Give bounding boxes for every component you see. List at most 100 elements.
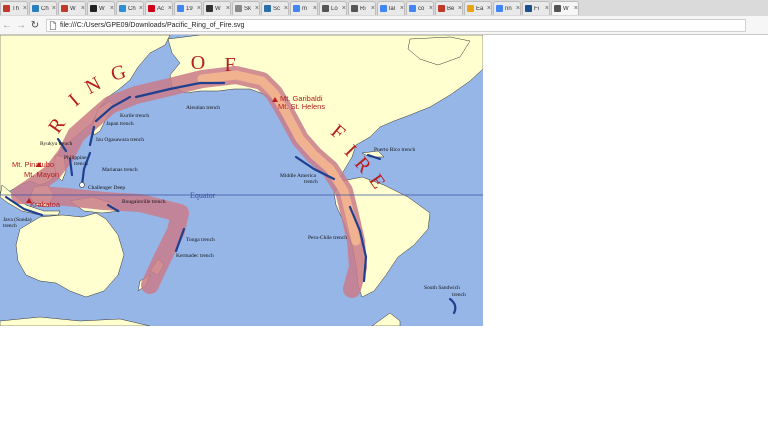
address-url: file:///C:/Users/GPE09/Downloads/Pacific… [60, 21, 245, 29]
tab-strip: Th × Ch × W × W × Ch × Ac × 19 × W × Sk × Sc × m × Lo × Ri × lal × c… [0, 0, 768, 16]
back-button[interactable]: ← [0, 18, 14, 32]
browser-tab[interactable]: Sk × [232, 1, 260, 15]
tab-title: Ac [157, 5, 165, 12]
favicon-icon [148, 5, 155, 12]
tab-close-icon[interactable]: × [226, 5, 230, 12]
browser-tab[interactable]: Be × [435, 1, 463, 15]
tab-close-icon[interactable]: × [516, 5, 520, 12]
favicon-icon [3, 5, 10, 12]
back-arrow-icon: ← [2, 19, 12, 31]
tab-close-icon[interactable]: × [400, 5, 404, 12]
tab-close-icon[interactable]: × [545, 5, 549, 12]
favicon-icon [554, 5, 561, 12]
tab-close-icon[interactable]: × [255, 5, 259, 12]
browser-tab[interactable]: Ch × [29, 1, 57, 15]
browser-toolbar: ← → ↻ file:///C:/Users/GPE09/Downloads/P… [0, 16, 768, 35]
favicon-icon [409, 5, 416, 12]
browser-tab[interactable]: Ea × [464, 1, 492, 15]
favicon-icon [467, 5, 474, 12]
favicon-icon [32, 5, 39, 12]
label-challenger-deep: Challenger Deep [88, 185, 125, 191]
label-south-sandwich-trench-2: trench [452, 292, 466, 298]
tab-title: Fi [534, 5, 539, 12]
label-mt-mayon: Mt. Mayon [24, 170, 59, 179]
tab-title: Lo [331, 5, 338, 12]
tab-title: Ea [476, 5, 484, 12]
browser-tab[interactable]: Fi × [522, 1, 550, 15]
address-bar[interactable]: file:///C:/Users/GPE09/Downloads/Pacific… [46, 18, 746, 32]
svg-map-image: Equator R I N G O F F I R E Mt. Garibald… [0, 34, 484, 327]
tab-close-icon[interactable]: × [342, 5, 346, 12]
forward-arrow-icon: → [16, 19, 26, 31]
tab-title: Sk [244, 5, 252, 12]
challenger-deep-marker [79, 182, 85, 188]
tab-title: m [302, 5, 307, 12]
tab-close-icon[interactable]: × [23, 5, 27, 12]
forward-button[interactable]: → [14, 18, 28, 32]
favicon-icon [438, 5, 445, 12]
browser-tab[interactable]: Ri × [348, 1, 376, 15]
browser-tab[interactable]: Ch × [116, 1, 144, 15]
title-letter-f: F [224, 54, 235, 76]
label-peru-chile-trench: Peru-Chile trench [308, 235, 347, 241]
label-philippine-trench-2: trench [74, 161, 88, 167]
label-bougainville-trench: Bougainville trench [122, 199, 166, 205]
browser-tab[interactable]: Sc × [261, 1, 289, 15]
equator-label: Equator [190, 191, 216, 200]
browser-tab[interactable]: Ac × [145, 1, 173, 15]
favicon-icon [235, 5, 242, 12]
tab-title: W [563, 5, 569, 12]
favicon-icon [525, 5, 532, 12]
browser-tab[interactable]: W × [551, 1, 579, 15]
favicon-icon [322, 5, 329, 12]
tab-title: Ch [128, 5, 136, 12]
tab-title: W [215, 5, 221, 12]
label-tonga-trench: Tonga trench [186, 237, 215, 243]
tab-title: Th [12, 5, 20, 12]
browser-tab[interactable]: rin × [493, 1, 521, 15]
tab-close-icon[interactable]: × [168, 5, 172, 12]
page-icon [49, 20, 57, 30]
browser-tab[interactable]: W × [58, 1, 86, 15]
label-marianas-trench: Marianas trench [102, 167, 138, 173]
ring-of-fire-map: Equator R I N G O F F I R E Mt. Garibald… [0, 34, 484, 327]
tab-close-icon[interactable]: × [81, 5, 85, 12]
favicon-icon [119, 5, 126, 12]
reload-button[interactable]: ↻ [28, 18, 42, 32]
tab-close-icon[interactable]: × [197, 5, 201, 12]
tab-close-icon[interactable]: × [52, 5, 56, 12]
browser-tab[interactable]: Th × [0, 1, 28, 15]
tab-title: rin [505, 5, 512, 12]
browser-tab[interactable]: W × [203, 1, 231, 15]
favicon-icon [351, 5, 358, 12]
label-mt-pinatubo: Mt. Pinatubo [12, 160, 54, 169]
favicon-icon [264, 5, 271, 12]
favicon-icon [496, 5, 503, 12]
label-puerto-rico-trench: Puerto Rico trench [374, 147, 415, 153]
tab-title: lal [389, 5, 396, 12]
label-java-trench-2: trench [3, 223, 17, 229]
tab-title: W [70, 5, 76, 12]
browser-tab[interactable]: lal × [377, 1, 405, 15]
tab-close-icon[interactable]: × [458, 5, 462, 12]
tab-close-icon[interactable]: × [371, 5, 375, 12]
label-java-trench: Java (Sunda) [3, 216, 32, 223]
browser-tab[interactable]: m × [290, 1, 318, 15]
tab-close-icon[interactable]: × [139, 5, 143, 12]
browser-tab[interactable]: co × [406, 1, 434, 15]
tab-title: Sc [273, 5, 281, 12]
tab-close-icon[interactable]: × [284, 5, 288, 12]
browser-tab[interactable]: Lo × [319, 1, 347, 15]
label-japan-trench: Japan trench [106, 121, 134, 127]
tab-close-icon[interactable]: × [313, 5, 317, 12]
tab-close-icon[interactable]: × [429, 5, 433, 12]
tab-close-icon[interactable]: × [487, 5, 491, 12]
favicon-icon [380, 5, 387, 12]
tab-close-icon[interactable]: × [110, 5, 114, 12]
browser-tab[interactable]: W × [87, 1, 115, 15]
tab-close-icon[interactable]: × [574, 5, 578, 12]
favicon-icon [177, 5, 184, 12]
browser-tab[interactable]: 19 × [174, 1, 202, 15]
favicon-icon [206, 5, 213, 12]
label-south-sandwich-trench: South Sandwich [424, 285, 460, 291]
